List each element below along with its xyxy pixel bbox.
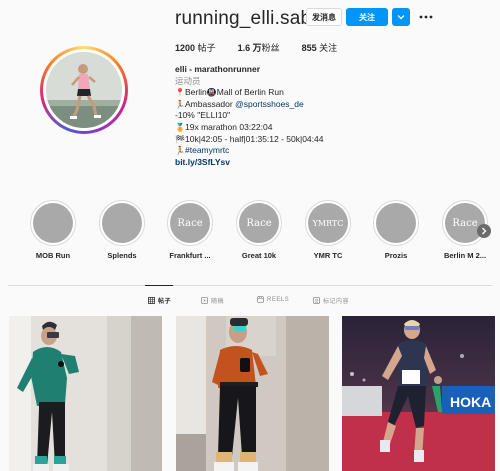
tab-posts[interactable]: 帖子 <box>148 296 171 305</box>
bio-external-link[interactable]: bit.ly/3SfLYsv <box>175 157 475 169</box>
stat-following[interactable]: 855 关注 <box>302 41 338 54</box>
chevron-right-icon <box>482 227 487 235</box>
runner-icon: 🏃 <box>175 146 185 156</box>
avatar <box>46 52 122 128</box>
bio-line-times: 🏁10k|42:05 - half|01:35:12 - 50k|04:44 <box>175 133 324 144</box>
runner-icon: 🏃 <box>175 99 185 109</box>
mention-link[interactable]: @sportsshoes_de <box>235 99 304 109</box>
suggested-dropdown-button[interactable] <box>392 8 410 26</box>
highlight-cover <box>376 203 416 243</box>
bio-line-team: 🏃#teamymrtc <box>175 145 475 157</box>
highlight-cover: Race <box>239 203 279 243</box>
tab-reels[interactable]: REELS <box>257 296 289 303</box>
highlight-item[interactable]: YMRTC YMR TC <box>297 200 359 260</box>
medal-icon: 🏅 <box>175 122 185 132</box>
profile-stats: 1200 帖子 1.6 万粉丝 855 关注 <box>175 41 337 54</box>
highlight-label: MOB Run <box>35 251 71 260</box>
post-thumbnail[interactable] <box>9 316 162 471</box>
post-image <box>9 316 162 471</box>
pin-icon: 📍 <box>175 88 185 98</box>
highlight-item[interactable]: Prozis <box>365 200 427 260</box>
highlight-item[interactable]: Splends <box>91 200 153 260</box>
highlight-label: Great 10k <box>241 251 277 260</box>
profile-full-name: elli - marathonrunner <box>175 64 261 74</box>
highlight-cover: Race <box>445 203 485 243</box>
reels-clip-icon <box>201 297 208 304</box>
post-image <box>176 316 329 471</box>
avatar-story-ring[interactable] <box>40 46 128 134</box>
post-thumbnail[interactable]: HOKA <box>342 316 495 471</box>
highlight-cover <box>102 203 142 243</box>
highlight-label: Frankfurt ... <box>169 251 211 260</box>
highlight-label: Berlin M 2... <box>443 251 487 260</box>
bio-line-ambassador: 🏃Ambassador @sportsshoes_de <box>175 98 304 109</box>
tab-tagged[interactable]: 标记内容 <box>313 296 349 305</box>
tab-clips[interactable]: 随稿 <box>201 296 224 305</box>
bio-line-marathon: 🏅19x marathon 03:22:04 <box>175 121 273 132</box>
follow-button[interactable]: 关注 <box>346 8 388 26</box>
highlight-cover: Race <box>170 203 210 243</box>
stat-followers[interactable]: 1.6 万粉丝 <box>238 41 280 54</box>
metro-icon: 🚇 <box>206 88 217 98</box>
highlight-item[interactable]: MOB Run <box>22 200 84 260</box>
stat-posts: 1200 帖子 <box>175 43 216 53</box>
highlight-label: Prozis <box>384 251 408 260</box>
profile-bio: elli - marathonrunner 运动员 📍Berlin🚇Mall o… <box>175 64 475 168</box>
highlight-cover: YMRTC <box>308 203 348 243</box>
highlight-label: YMR TC <box>313 251 343 260</box>
banner-text: HOKA <box>450 394 491 410</box>
more-options-button[interactable] <box>418 8 434 26</box>
bio-line-discount: -10% "ELLI10" <box>175 110 231 121</box>
active-tab-indicator <box>145 285 173 286</box>
message-button[interactable]: 发消息 <box>306 8 342 26</box>
finish-flag-icon: 🏁 <box>175 134 185 144</box>
grid-icon <box>148 297 155 304</box>
highlight-item[interactable]: Race Great 10k <box>228 200 290 260</box>
reels-icon <box>257 296 264 303</box>
more-dots-icon <box>419 15 433 19</box>
tabs-divider <box>8 285 492 286</box>
highlights-next-button[interactable] <box>477 224 491 238</box>
tag-icon <box>313 297 320 304</box>
profile-category: 运动员 <box>175 75 201 86</box>
post-image: HOKA <box>342 316 495 471</box>
highlight-item[interactable]: Race Frankfurt ... <box>159 200 221 260</box>
post-thumbnail[interactable] <box>176 316 329 471</box>
chevron-down-icon <box>397 15 405 20</box>
hashtag-link[interactable]: #teamymrtc <box>185 145 229 155</box>
highlight-label: Splends <box>107 251 137 260</box>
bio-line-location: 📍Berlin🚇Mall of Berlin Run <box>175 87 284 98</box>
highlight-cover <box>33 203 73 243</box>
